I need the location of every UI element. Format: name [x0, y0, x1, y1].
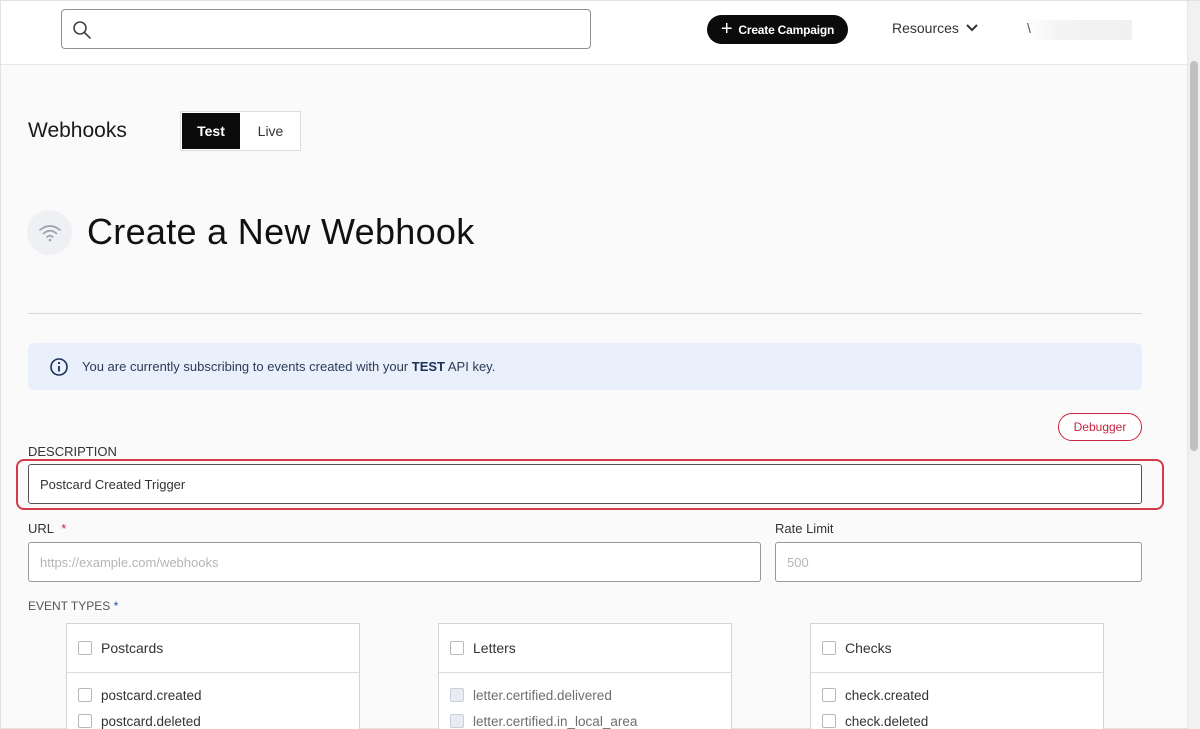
event-group-header[interactable]: Checks: [811, 624, 1103, 673]
wifi-icon: [38, 224, 61, 241]
checkbox[interactable]: [78, 641, 92, 655]
event-item-label: check.deleted: [845, 713, 929, 729]
banner-text: You are currently subscribing to events …: [82, 359, 495, 374]
event-item: letter.certified.in_local_area: [439, 708, 731, 729]
search-icon: [73, 21, 91, 39]
checkbox[interactable]: [822, 688, 836, 702]
divider: [28, 313, 1142, 314]
search-input[interactable]: [102, 10, 582, 48]
event-item[interactable]: postcard.deleted: [67, 708, 359, 729]
checkbox[interactable]: [78, 714, 92, 728]
event-group-postcards: Postcards postcard.created postcard.dele…: [66, 623, 360, 729]
event-group-title: Postcards: [101, 640, 164, 656]
info-icon: [50, 357, 68, 376]
rate-limit-input[interactable]: [775, 542, 1142, 582]
event-types-required-mark: *: [113, 599, 119, 613]
banner-key-label: TEST: [411, 359, 445, 374]
page-title: Create a New Webhook: [87, 211, 475, 252]
event-item-label: postcard.deleted: [101, 713, 201, 729]
toggle-test[interactable]: Test: [182, 113, 241, 149]
checkbox: [450, 688, 464, 702]
debugger-button[interactable]: Debugger: [1058, 413, 1142, 441]
top-nav: + Create Campaign Resources \: [1, 1, 1187, 65]
event-item-label: letter.certified.in_local_area: [473, 713, 638, 729]
event-group-checks: Checks check.created check.deleted: [810, 623, 1104, 729]
url-required-mark: *: [61, 521, 67, 536]
event-item[interactable]: postcard.created: [67, 682, 359, 708]
user-name-partial: \: [1027, 20, 1031, 36]
description-input[interactable]: [28, 464, 1142, 504]
event-item[interactable]: check.created: [811, 682, 1103, 708]
search-box[interactable]: [61, 9, 591, 49]
banner-text-after: API key.: [444, 359, 496, 374]
user-menu[interactable]: \: [1027, 20, 1132, 40]
checkbox: [450, 714, 464, 728]
plus-icon: +: [720, 17, 733, 40]
event-types-label-text: EVENT TYPES: [28, 599, 111, 613]
event-item: letter.certified.delivered: [439, 682, 731, 708]
app-window: + Create Campaign Resources \ Webhooks T…: [0, 0, 1200, 729]
create-campaign-button[interactable]: + Create Campaign: [707, 15, 848, 44]
page-scrollbar[interactable]: [1187, 1, 1200, 729]
event-group-header[interactable]: Postcards: [67, 624, 359, 673]
event-item[interactable]: check.deleted: [811, 708, 1103, 729]
event-group-letters: Letters letter.certified.delivered lette…: [438, 623, 732, 729]
resources-menu[interactable]: Resources: [892, 20, 979, 36]
event-types-label: EVENT TYPES *: [28, 599, 118, 613]
webhook-title-icon-wrap: [27, 210, 72, 255]
scrollbar-thumb[interactable]: [1190, 61, 1198, 451]
create-campaign-label: Create Campaign: [738, 22, 835, 37]
event-item-label: check.created: [845, 687, 930, 703]
banner-text-before: You are currently subscribing to events …: [82, 359, 412, 374]
page-heading: Webhooks: [28, 119, 127, 142]
description-label: DESCRIPTION: [28, 444, 117, 459]
url-input[interactable]: [28, 542, 761, 582]
checkbox[interactable]: [78, 688, 92, 702]
url-label-text: URL: [28, 521, 55, 536]
checkbox[interactable]: [450, 641, 464, 655]
event-item-label: letter.certified.delivered: [473, 687, 612, 703]
event-group-title: Letters: [473, 640, 516, 656]
checkbox[interactable]: [822, 641, 836, 655]
event-group-header[interactable]: Letters: [439, 624, 731, 673]
checkbox[interactable]: [822, 714, 836, 728]
info-banner: You are currently subscribing to events …: [28, 343, 1142, 390]
rate-limit-label: Rate Limit: [775, 521, 834, 536]
event-group-title: Checks: [845, 640, 892, 656]
toggle-live[interactable]: Live: [241, 112, 300, 150]
environment-toggle: Test Live: [180, 111, 301, 151]
chevron-down-icon: [966, 24, 978, 32]
url-label: URL *: [28, 521, 66, 536]
resources-label: Resources: [892, 20, 959, 36]
event-item-label: postcard.created: [101, 687, 202, 703]
